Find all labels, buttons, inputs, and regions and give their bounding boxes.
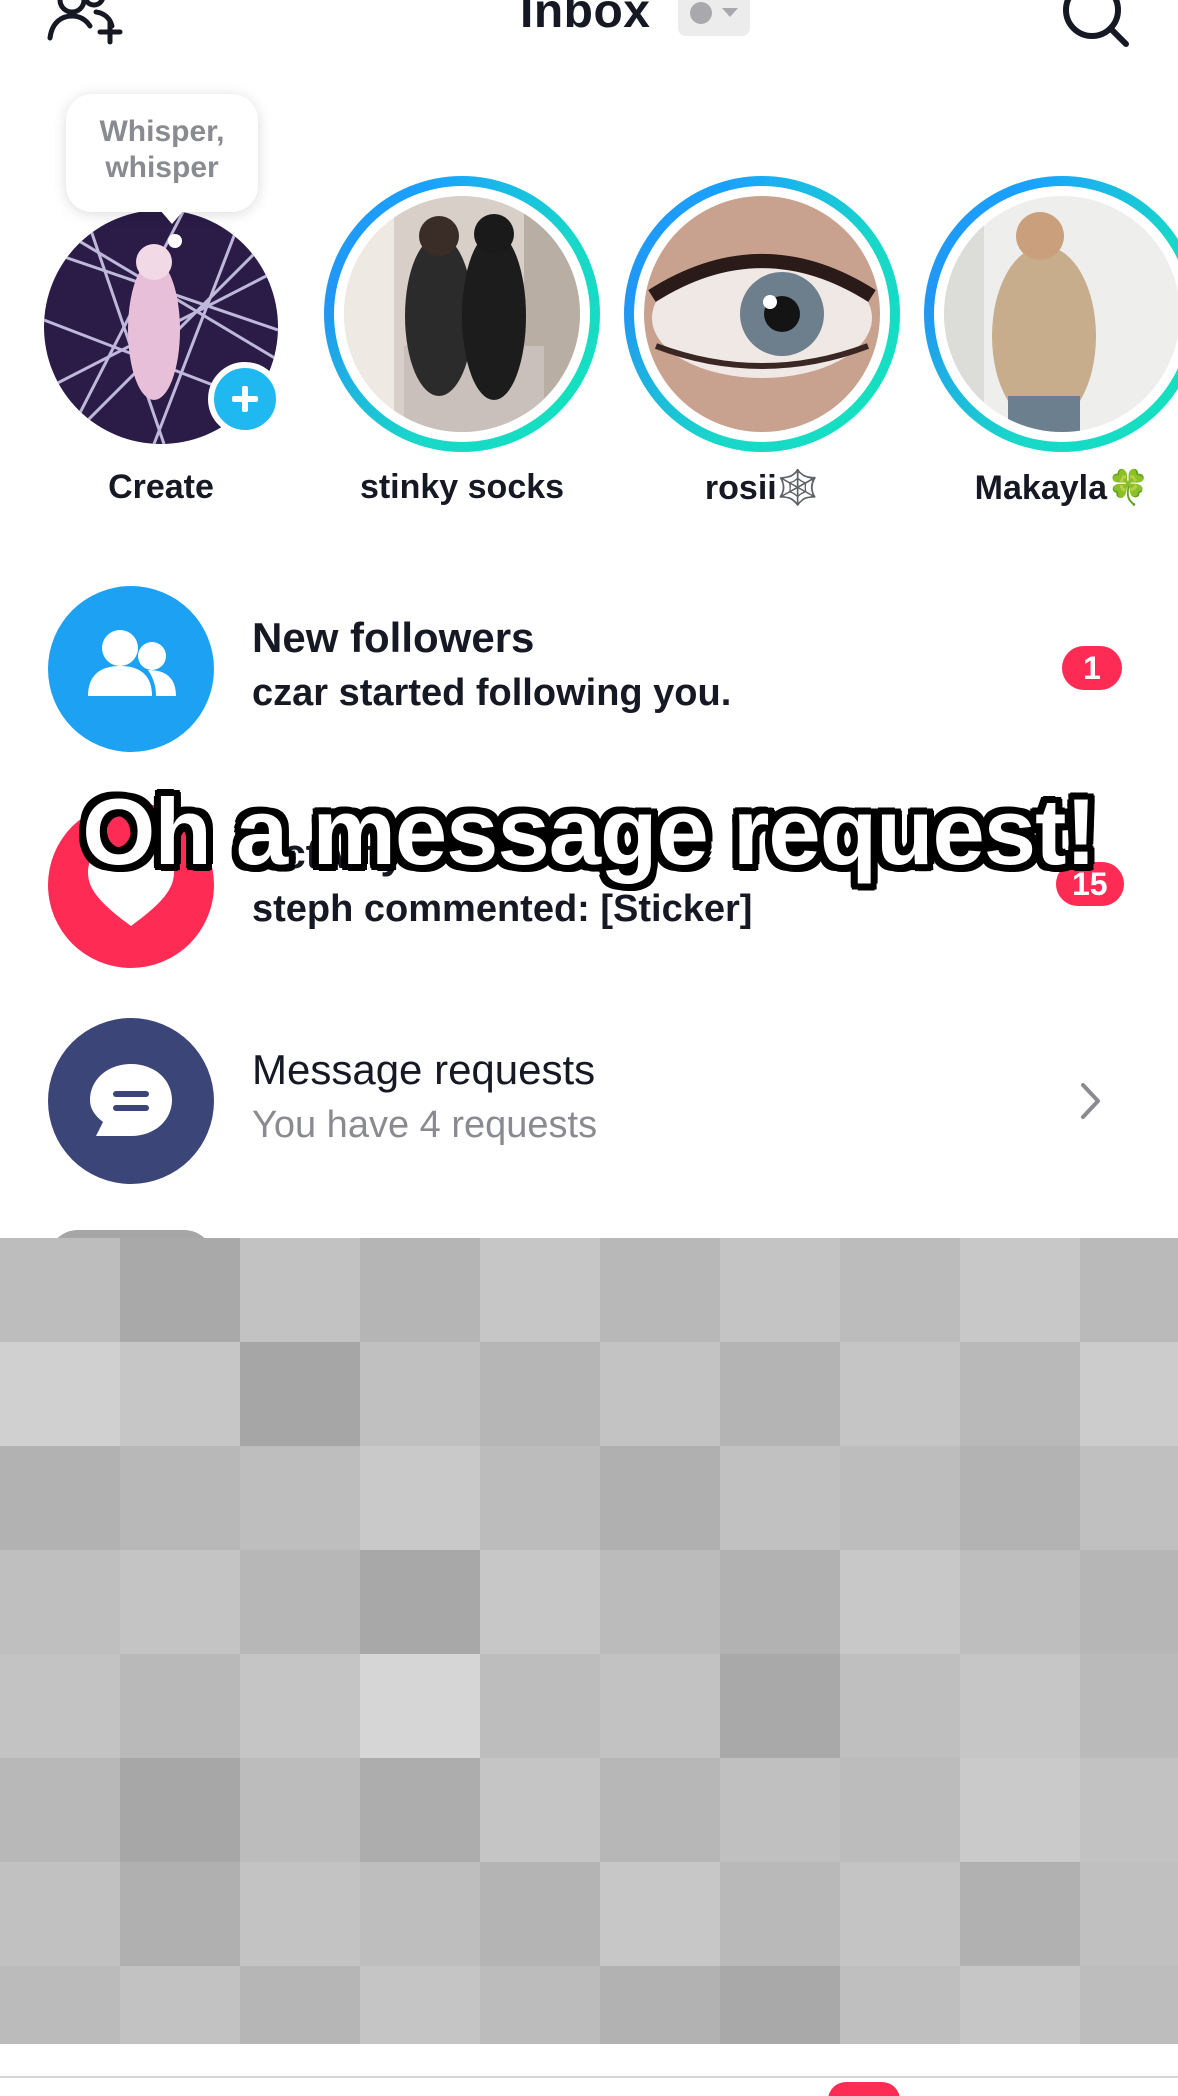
top-bar: Inbox [0,0,1178,60]
list-item-message-requests[interactable]: Message requests You have 4 requests [0,1018,1178,1190]
search-icon [1063,0,1129,47]
list-item-new-followers[interactable]: New followers czar started following you… [0,586,1178,758]
stories-row: Whisper, whisper Create stinky socks ros… [0,90,1178,520]
whisper-tooltip[interactable]: Whisper, whisper [66,94,258,224]
whisper-dot [168,234,182,248]
row-subtitle: czar started following you. [252,672,732,714]
add-friends-icon [47,0,123,45]
avatar [644,196,880,432]
whisper-line-1: Whisper, [99,115,225,148]
story-item[interactable]: rosii🕸️ [600,90,900,520]
story-name: rosii🕸️ [704,469,820,507]
row-subtitle: You have 4 requests [252,1104,598,1146]
add-friends-button[interactable] [44,0,124,46]
page-title: Inbox [520,0,651,38]
story-ring [324,176,600,452]
story-ring [624,176,900,452]
followers-icon [48,586,214,752]
story-item[interactable]: stinky socks [300,90,600,520]
status-dot [690,2,712,24]
bottom-nav-divider [0,2076,1178,2078]
story-ring [924,176,1178,452]
plus-icon[interactable] [208,362,282,436]
search-button[interactable] [1060,0,1132,48]
chevron-down-icon [722,8,738,17]
row-title: New followers [252,614,535,661]
story-name: Create [108,468,214,506]
unread-badge: 1 [1062,646,1122,690]
video-caption-overlay: Oh a message request! [82,779,1096,884]
story-create[interactable]: Whisper, whisper Create [0,90,300,520]
row-subtitle: steph commented: [Sticker] [252,888,753,930]
status-dropdown[interactable] [678,0,750,36]
avatar [944,196,1178,432]
row-title: Message requests [252,1046,596,1093]
story-name: Makayla🍀 [974,469,1150,507]
chevron-right-icon [1081,1083,1100,1119]
blurred-conversation-list [0,1238,1178,2044]
avatar [344,196,580,432]
story-item[interactable]: Makayla🍀 [900,90,1178,520]
chat-bubble-icon [48,1018,214,1184]
whisper-line-2: whisper [105,151,219,184]
inbox-tab-badge [828,2082,900,2096]
story-name: stinky socks [359,468,565,506]
